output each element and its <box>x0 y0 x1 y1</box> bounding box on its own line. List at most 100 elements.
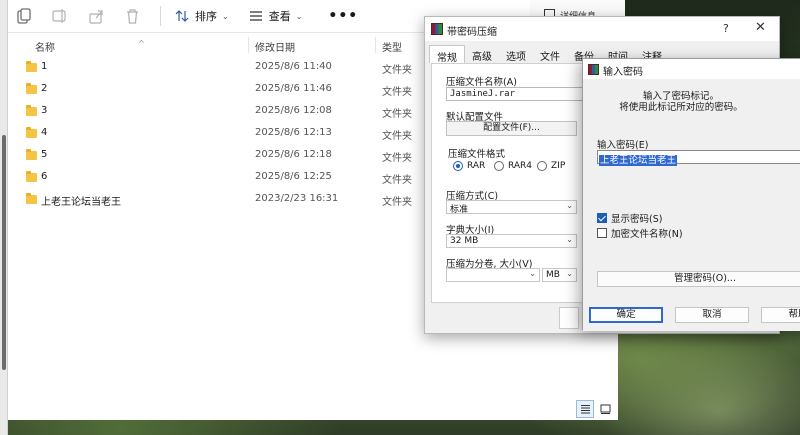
sort-label: 排序 <box>195 10 217 23</box>
compression-method-select[interactable]: 标准 ⌄ <box>446 200 577 215</box>
item-name: 1 <box>41 61 48 72</box>
copy-path-icon[interactable] <box>14 6 34 26</box>
folder-icon <box>26 105 37 116</box>
dictionary-size-value: 32 MB <box>450 236 479 246</box>
archive-format-label: 压缩文件格式 <box>448 149 506 160</box>
item-name: 5 <box>41 149 48 160</box>
item-date: 2025/8/6 12:18 <box>255 149 332 160</box>
cancel-button[interactable]: 取消 <box>675 307 749 323</box>
password-info-line2: 将使用此标记所对应的密码。 <box>619 102 743 113</box>
minimize-icon[interactable]: ? <box>723 22 729 35</box>
tab-general[interactable]: 常规 <box>429 45 465 64</box>
column-header-date[interactable]: 修改日期 <box>255 39 295 54</box>
chevron-down-icon: ⌄ <box>529 269 536 278</box>
winrar-icon <box>431 23 443 35</box>
manage-passwords-button[interactable]: 管理密码(O)... <box>597 271 800 287</box>
item-type: 文件夹 <box>382 153 412 164</box>
format-rar-label: RAR <box>467 161 486 171</box>
archive-dialog-title: 带密码压缩 <box>447 27 497 38</box>
item-date: 2025/8/6 11:40 <box>255 61 332 72</box>
close-icon[interactable]: ✕ <box>755 20 766 35</box>
view-button[interactable]: 查看 ⌄ <box>243 4 309 28</box>
item-type: 文件夹 <box>382 131 412 142</box>
item-name: 上老王论坛当老王 <box>41 197 121 208</box>
radio-icon <box>453 161 463 171</box>
view-label: 查看 <box>268 10 291 23</box>
sort-caret-icon: ^ <box>138 39 145 48</box>
item-name: 2 <box>41 83 48 94</box>
encrypt-file-names-checkbox[interactable]: 加密文件名称(N) <box>597 226 683 240</box>
scrollbar[interactable] <box>2 135 6 370</box>
item-type: 文件夹 <box>382 197 412 208</box>
details-view-icon[interactable] <box>576 400 594 418</box>
checkbox-unchecked-icon <box>597 228 607 238</box>
radio-icon <box>537 161 547 171</box>
item-type: 文件夹 <box>382 65 412 76</box>
ok-button[interactable]: 确定 <box>589 307 663 323</box>
radio-icon <box>494 161 504 171</box>
sort-button[interactable]: 排序 ⌄ <box>169 4 235 28</box>
show-password-label: 显示密码(S) <box>611 214 663 225</box>
format-rar-radio[interactable]: RAR <box>453 161 485 171</box>
column-header-type[interactable]: 类型 <box>382 39 402 54</box>
format-rar4-radio[interactable]: RAR4 <box>494 161 532 171</box>
checkbox-checked-icon <box>597 213 607 223</box>
share-icon[interactable] <box>86 6 106 26</box>
dictionary-size-select[interactable]: 32 MB ⌄ <box>446 234 577 248</box>
archive-dialog-button[interactable] <box>559 307 579 329</box>
folder-icon <box>26 127 37 138</box>
compression-method-value: 标准 <box>450 205 469 215</box>
item-date: 2025/8/6 12:13 <box>255 127 332 138</box>
tab-files[interactable]: 文件 <box>533 45 567 63</box>
password-dialog-buttons: 确定 取消 帮助 <box>583 299 800 331</box>
folder-icon <box>26 83 37 94</box>
chevron-down-icon: ⌄ <box>295 11 303 21</box>
column-header-name[interactable]: 名称 <box>35 39 55 54</box>
archive-dialog-titlebar: 带密码压缩 ? ✕ <box>425 17 779 41</box>
help-button[interactable]: 帮助 <box>761 307 800 323</box>
password-dialog-title: 输入密码 <box>603 67 643 78</box>
folder-icon <box>26 149 37 160</box>
winrar-icon <box>588 64 599 75</box>
tiles-view-icon[interactable] <box>596 400 614 418</box>
folder-icon <box>26 193 37 204</box>
left-edge-strip <box>0 0 8 435</box>
password-dialog: 输入密码 输入了密码标记。 将使用此标记所对应的密码。 输入密码(E) 上老王论… <box>582 58 800 331</box>
rename-icon[interactable] <box>50 6 70 26</box>
password-value: 上老王论坛当老王 <box>599 155 678 166</box>
chevron-down-icon: ⌄ <box>566 201 573 210</box>
split-unit-select[interactable]: MB ⌄ <box>542 268 577 282</box>
toolbar-separator <box>160 6 161 26</box>
tab-advanced[interactable]: 高级 <box>465 45 499 63</box>
delete-icon[interactable] <box>122 6 142 26</box>
format-rar4-label: RAR4 <box>508 161 533 171</box>
column-divider[interactable] <box>248 37 249 53</box>
folder-icon <box>26 171 37 182</box>
archive-name-field[interactable]: JasmineJ.rar <box>446 87 586 101</box>
item-type: 文件夹 <box>382 175 412 186</box>
encrypt-file-names-label: 加密文件名称(N) <box>611 229 683 240</box>
view-mode-buttons <box>576 400 616 418</box>
folder-icon <box>26 61 37 72</box>
column-divider[interactable] <box>375 37 376 53</box>
profiles-button[interactable]: 配置文件(F)... <box>446 121 577 136</box>
item-name: 3 <box>41 105 48 116</box>
item-date: 2025/8/6 12:25 <box>255 171 332 182</box>
view-icon <box>249 11 262 21</box>
item-name: 6 <box>41 171 48 182</box>
tab-options[interactable]: 选项 <box>499 45 533 63</box>
split-unit-value: MB <box>546 270 560 280</box>
more-options-button[interactable]: ••• <box>322 4 364 28</box>
item-type: 文件夹 <box>382 109 412 120</box>
enter-password-label: 输入密码(E) <box>597 140 649 151</box>
password-input[interactable]: 上老王论坛当老王 <box>597 150 800 166</box>
split-size-input[interactable]: ⌄ <box>446 268 540 282</box>
chevron-down-icon: ⌄ <box>566 235 573 244</box>
item-date: 2025/8/6 12:08 <box>255 105 332 116</box>
item-type: 文件夹 <box>382 87 412 98</box>
sort-icon <box>175 10 189 22</box>
item-date: 2025/8/6 11:46 <box>255 83 332 94</box>
show-password-checkbox[interactable]: 显示密码(S) <box>597 211 662 225</box>
format-zip-radio[interactable]: ZIP <box>537 161 565 171</box>
password-dialog-titlebar: 输入密码 <box>583 59 800 79</box>
